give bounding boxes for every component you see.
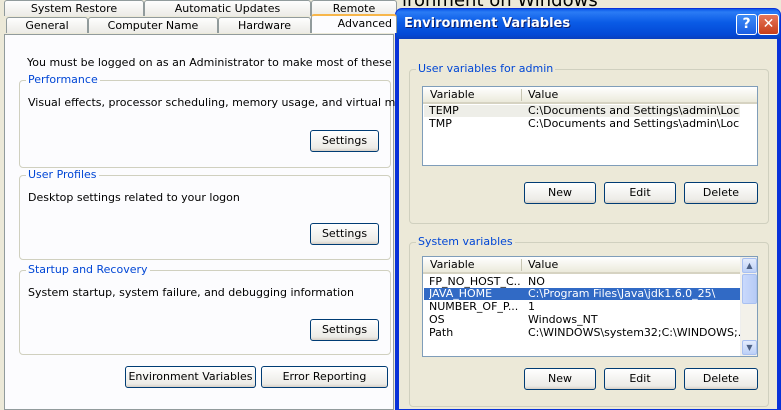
startup-recovery-title: Startup and Recovery bbox=[26, 263, 150, 276]
list-item[interactable]: OS Windows_NT bbox=[424, 314, 740, 326]
variable-value: C:\Program Files\Java\jdk1.6.0_25\ bbox=[528, 288, 716, 300]
title-bar[interactable]: Environment Variables ? ✕ bbox=[396, 9, 780, 39]
variable-value: C:\WINDOWS\system32;C:\WINDOWS;... bbox=[528, 327, 740, 339]
list-item-selected[interactable]: JAVA_HOME C:\Program Files\Java\jdk1.6.0… bbox=[424, 288, 740, 300]
variable-value: C:\Documents and Settings\admin\Local... bbox=[528, 118, 740, 130]
variable-value: C:\Documents and Settings\admin\Local... bbox=[528, 105, 740, 117]
system-edit-button[interactable]: Edit bbox=[604, 368, 676, 390]
system-variables-list[interactable]: Variable Value FP_NO_HOST_C... NO JAVA_H… bbox=[422, 256, 758, 357]
user-profiles-title: User Profiles bbox=[26, 168, 99, 181]
error-reporting-button[interactable]: Error Reporting bbox=[261, 366, 388, 388]
column-header-value[interactable]: Value bbox=[528, 258, 558, 271]
admin-note: You must be logged on as an Administrato… bbox=[27, 56, 445, 69]
list-item[interactable]: Path C:\WINDOWS\system32;C:\WINDOWS;... bbox=[424, 327, 740, 339]
startup-recovery-description: System startup, system failure, and debu… bbox=[28, 286, 354, 299]
tab-general[interactable]: General bbox=[6, 17, 88, 33]
user-profiles-settings-button[interactable]: Settings bbox=[310, 223, 379, 245]
system-variables-title: System variables bbox=[416, 235, 515, 248]
user-profiles-group: User Profiles Desktop settings related t… bbox=[19, 168, 391, 260]
variable-name: JAVA_HOME bbox=[429, 288, 493, 300]
list-item[interactable]: NUMBER_OF_P... 1 bbox=[424, 301, 740, 313]
close-button[interactable]: ✕ bbox=[758, 14, 779, 35]
variable-name: OS bbox=[429, 314, 445, 326]
tab-system-restore[interactable]: System Restore bbox=[4, 0, 144, 16]
user-variables-title: User variables for admin bbox=[416, 62, 556, 75]
advanced-tab-panel: You must be logged on as an Administrato… bbox=[4, 34, 445, 410]
help-icon: ? bbox=[742, 16, 751, 32]
dialog-title: Environment Variables bbox=[404, 16, 571, 31]
list-item[interactable]: FP_NO_HOST_C... NO bbox=[424, 276, 740, 288]
variable-name: Path bbox=[429, 327, 454, 339]
scroll-up-icon[interactable]: ▲ bbox=[742, 258, 757, 273]
user-profiles-description: Desktop settings related to your logon bbox=[28, 191, 240, 204]
variable-name: FP_NO_HOST_C... bbox=[429, 276, 521, 288]
scroll-down-icon[interactable]: ▼ bbox=[742, 340, 757, 355]
user-delete-button[interactable]: Delete bbox=[684, 182, 758, 204]
user-new-button[interactable]: New bbox=[524, 182, 596, 204]
performance-title: Performance bbox=[26, 73, 100, 86]
help-button[interactable]: ? bbox=[736, 14, 757, 35]
tab-hardware[interactable]: Hardware bbox=[218, 17, 311, 33]
tab-automatic-updates[interactable]: Automatic Updates bbox=[144, 0, 311, 16]
system-new-button[interactable]: New bbox=[524, 368, 596, 390]
user-variables-header: Variable Value bbox=[423, 87, 757, 104]
variable-name: NUMBER_OF_P... bbox=[429, 301, 519, 313]
tab-computer-name[interactable]: Computer Name bbox=[88, 17, 218, 33]
performance-description: Visual effects, processor scheduling, me… bbox=[28, 96, 431, 109]
column-header-value[interactable]: Value bbox=[528, 88, 558, 101]
system-variables-scrollbar[interactable]: ▲ ▼ bbox=[740, 257, 757, 356]
dialog-body: User variables for admin Variable Value … bbox=[399, 39, 777, 409]
user-variables-list[interactable]: Variable Value TEMP C:\Documents and Set… bbox=[422, 86, 758, 166]
variable-name: TEMP bbox=[429, 105, 459, 117]
performance-settings-button[interactable]: Settings bbox=[310, 130, 379, 152]
variable-value: Windows_NT bbox=[528, 314, 598, 326]
startup-recovery-settings-button[interactable]: Settings bbox=[310, 319, 379, 341]
performance-group: Performance Visual effects, processor sc… bbox=[19, 73, 431, 168]
environment-variables-dialog: Environment Variables ? ✕ User variables… bbox=[395, 8, 781, 410]
list-item[interactable]: TEMP C:\Documents and Settings\admin\Loc… bbox=[424, 105, 740, 117]
system-delete-button[interactable]: Delete bbox=[684, 368, 758, 390]
variable-name: TMP bbox=[429, 118, 452, 130]
list-item[interactable]: TMP C:\Documents and Settings\admin\Loca… bbox=[424, 118, 740, 130]
system-properties-dialog: System Restore Automatic Updates Remote … bbox=[0, 0, 445, 410]
column-header-variable[interactable]: Variable bbox=[430, 88, 475, 101]
startup-recovery-group: Startup and Recovery System startup, sys… bbox=[19, 263, 391, 355]
scroll-thumb[interactable] bbox=[742, 274, 757, 304]
user-edit-button[interactable]: Edit bbox=[604, 182, 676, 204]
variable-value: NO bbox=[528, 276, 545, 288]
environment-variables-button[interactable]: Environment Variables bbox=[125, 366, 256, 388]
column-header-variable[interactable]: Variable bbox=[430, 258, 475, 271]
variable-value: 1 bbox=[528, 301, 535, 313]
system-variables-header: Variable Value bbox=[423, 257, 741, 274]
close-icon: ✕ bbox=[762, 16, 775, 32]
user-variables-group: User variables for admin Variable Value … bbox=[409, 62, 769, 224]
system-variables-group: System variables Variable Value FP_NO_HO… bbox=[409, 235, 769, 407]
tab-advanced[interactable]: Advanced bbox=[311, 14, 397, 33]
